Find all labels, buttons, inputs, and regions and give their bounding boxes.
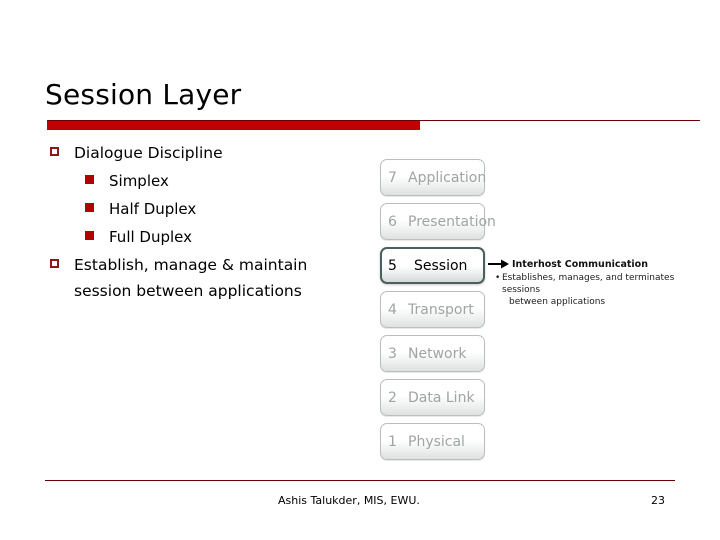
hollow-square-bullet-icon — [50, 140, 74, 156]
osi-layer-session: 5 Session — [380, 247, 485, 284]
layer-number: 5 — [388, 257, 397, 274]
callout-heading: Interhost Communication — [512, 258, 648, 270]
layer-name: Presentation — [408, 213, 496, 230]
layer-number: 7 — [388, 169, 397, 186]
slide-number: 23 — [651, 494, 665, 507]
list-item: Dialogue Discipline — [50, 140, 360, 166]
footer-divider — [45, 480, 675, 481]
layer-name: Data Link — [408, 389, 475, 406]
hollow-square-bullet-icon — [50, 252, 74, 268]
osi-layer-physical: 1 Physical — [380, 423, 485, 460]
callout-heading-row: Interhost Communication — [488, 258, 700, 270]
layer-name: Transport — [408, 301, 474, 318]
layer-name: Network — [408, 345, 467, 362]
layer-name: Application — [408, 169, 487, 186]
right-arrow-icon — [488, 259, 509, 269]
slide: Session Layer Dialogue Discipline Simple… — [0, 0, 720, 540]
list-item: Half Duplex — [50, 196, 360, 222]
page-title: Session Layer — [45, 78, 242, 111]
layer-number: 6 — [388, 213, 397, 230]
osi-model-diagram: 7 Application 6 Presentation 5 Session 4… — [358, 143, 700, 475]
osi-layer-transport: 4 Transport — [380, 291, 485, 328]
filled-square-bullet-icon — [85, 196, 109, 212]
session-layer-callout: Interhost Communication • Establishes, m… — [488, 258, 700, 308]
bullet-text: Half Duplex — [109, 200, 197, 218]
footer-credit: Ashis Talukder, MIS, EWU. — [278, 494, 420, 507]
layer-number: 2 — [388, 389, 397, 406]
callout-detail: • Establishes, manages, and terminates s… — [488, 272, 700, 308]
filled-square-bullet-icon — [85, 224, 109, 240]
osi-layer-stack: 7 Application 6 Presentation 5 Session 4… — [380, 159, 496, 467]
list-item: Full Duplex — [50, 224, 360, 250]
callout-detail-line2: between applications — [509, 297, 606, 307]
bullet-text: Full Duplex — [109, 228, 193, 246]
layer-name: Physical — [408, 433, 465, 450]
list-item: Simplex — [50, 168, 360, 194]
bullet-text: Simplex — [109, 172, 169, 190]
callout-detail-line1: Establishes, manages, and terminates ses… — [502, 273, 675, 295]
list-item: Establish, manage & maintain session bet… — [50, 252, 360, 304]
bullet-text: Dialogue Discipline — [74, 144, 223, 162]
layer-number: 3 — [388, 345, 397, 362]
bullet-text: Establish, manage & maintain session bet… — [74, 256, 308, 300]
filled-square-bullet-icon — [85, 168, 109, 184]
title-rule-thick — [47, 121, 420, 130]
osi-layer-network: 3 Network — [380, 335, 485, 372]
layer-name: Session — [414, 257, 468, 274]
callout-bullet-dot-icon: • — [495, 273, 501, 283]
layer-number: 4 — [388, 301, 397, 318]
osi-layer-data-link: 2 Data Link — [380, 379, 485, 416]
osi-layer-application: 7 Application — [380, 159, 487, 196]
bullet-list: Dialogue Discipline Simplex Half Duplex … — [50, 140, 360, 306]
osi-layer-presentation: 6 Presentation — [380, 203, 496, 240]
layer-number: 1 — [388, 433, 397, 450]
